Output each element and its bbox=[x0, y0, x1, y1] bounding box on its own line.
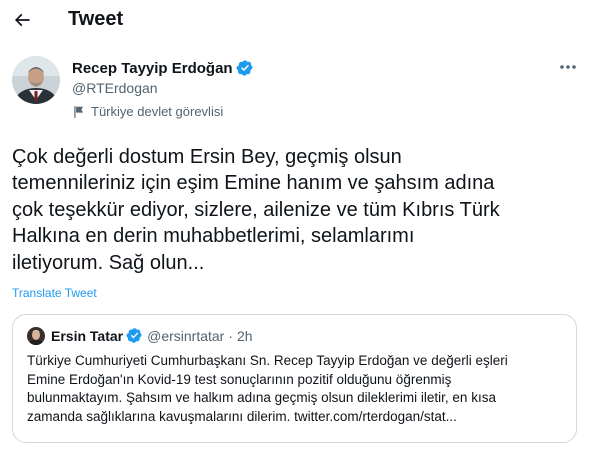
quoted-timestamp: 2h bbox=[237, 327, 253, 344]
quoted-avatar-image bbox=[27, 327, 45, 345]
author-avatar[interactable] bbox=[12, 56, 60, 104]
quoted-author-avatar bbox=[27, 327, 45, 345]
quoted-author-handle: @ersinrtatar bbox=[147, 327, 225, 344]
translate-tweet-link[interactable]: Translate Tweet bbox=[12, 286, 97, 300]
avatar-image bbox=[12, 56, 60, 104]
author-name-row[interactable]: Recep Tayyip Erdoğan bbox=[72, 59, 254, 77]
quoted-tweet[interactable]: Ersin Tatar @ersinrtatar · 2h Türkiye Cu… bbox=[12, 314, 577, 443]
arrow-left-icon bbox=[14, 13, 30, 27]
top-bar: Tweet bbox=[0, 0, 591, 40]
quoted-tweet-text: Türkiye Cumhuriyeti Cumhurbaşkanı Sn. Re… bbox=[27, 353, 508, 424]
government-label-text: Türkiye devlet görevlisi bbox=[91, 104, 224, 119]
quoted-author-row: Ersin Tatar @ersinrtatar · 2h bbox=[51, 327, 253, 344]
back-button[interactable] bbox=[6, 4, 38, 36]
flag-icon bbox=[72, 105, 86, 119]
more-horizontal-icon bbox=[560, 65, 576, 69]
author-name[interactable]: Recep Tayyip Erdoğan bbox=[72, 60, 233, 77]
quoted-author-name: Ersin Tatar bbox=[51, 327, 124, 344]
more-options-button[interactable] bbox=[556, 58, 580, 76]
separator-dot: · bbox=[228, 327, 234, 344]
quoted-verified-badge-icon bbox=[126, 327, 143, 344]
government-label: Türkiye devlet görevlisi bbox=[72, 104, 223, 119]
author-handle[interactable]: @RTErdogan bbox=[72, 80, 158, 96]
tweet-text: Çok değerli dostum Ersin Bey, geçmiş ols… bbox=[12, 146, 500, 274]
page-title: Tweet bbox=[68, 8, 124, 30]
verified-badge-icon bbox=[236, 59, 254, 77]
